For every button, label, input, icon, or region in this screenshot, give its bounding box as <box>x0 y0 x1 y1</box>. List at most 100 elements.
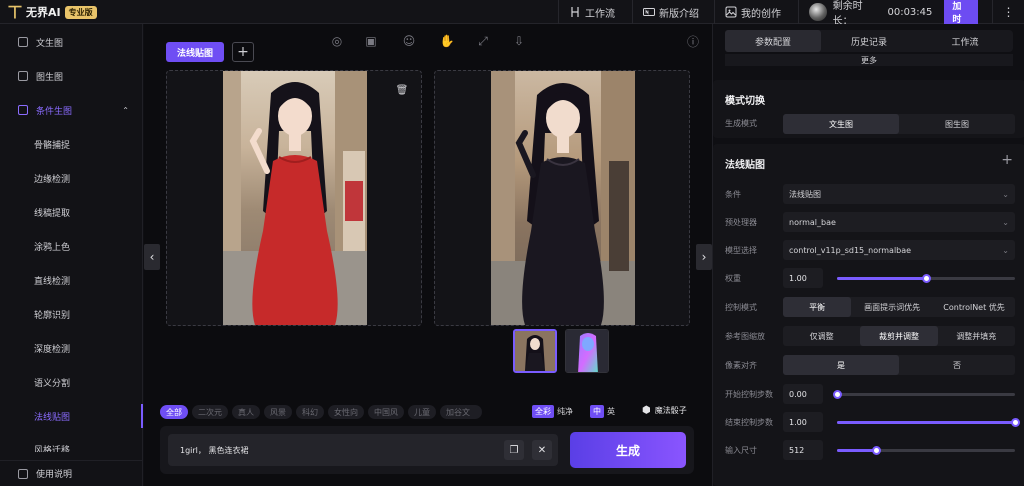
add-tab-button[interactable]: + <box>232 42 254 62</box>
sidebar-subitem-edge[interactable]: 边缘检测 <box>0 166 143 190</box>
info-icon[interactable]: ⓘ <box>686 34 700 49</box>
more-button[interactable]: 更多 <box>725 54 1013 66</box>
chip-kids[interactable]: 儿童 <box>408 405 436 419</box>
sidebar-subitem-scribble[interactable]: 涂鸦上色 <box>0 234 143 258</box>
english-option[interactable]: 英 <box>607 406 615 417</box>
tab-normal-map[interactable]: 法线贴图 <box>166 42 224 62</box>
normal-map-thumbnail[interactable] <box>565 329 609 373</box>
nav-my-creations[interactable]: 我的创作 <box>714 0 791 24</box>
clear-icon[interactable]: ✕ <box>532 440 552 460</box>
input-size-slider[interactable] <box>837 446 1015 455</box>
control-mode-controlnet[interactable]: ControlNet 优先 <box>933 297 1015 317</box>
image-image-icon <box>18 71 28 81</box>
new-badge-icon <box>643 8 655 16</box>
avatar[interactable] <box>809 3 827 21</box>
preprocessor-select[interactable]: normal_bae ⌄ <box>783 212 1015 232</box>
chip-chinese[interactable]: 中国风 <box>368 405 404 419</box>
reference-image <box>223 71 367 325</box>
start-step-slider-knob[interactable] <box>833 390 842 399</box>
sidebar-subitem-label: 轮廓识别 <box>34 310 71 321</box>
pixel-label: 像素对齐 <box>725 361 757 370</box>
sidebar-subitem-contour[interactable]: 轮廓识别 <box>0 302 143 326</box>
chip-all[interactable]: 全部 <box>160 405 188 419</box>
pixel-no[interactable]: 否 <box>899 355 1015 375</box>
sidebar-subitem-segment[interactable]: 语义分割 <box>0 370 143 394</box>
sidebar-subitem-lineart[interactable]: 线稿提取 <box>0 200 143 224</box>
sidebar-footer-help[interactable]: 使用说明 <box>0 460 143 486</box>
prev-arrow-icon[interactable]: ‹ <box>144 244 160 270</box>
result-thumbnail[interactable] <box>513 329 557 373</box>
chip-anime[interactable]: 二次元 <box>192 405 228 419</box>
mode-text-to-image[interactable]: 文生图 <box>783 114 899 134</box>
pixel-yes[interactable]: 是 <box>783 355 899 375</box>
sidebar-subitem-pose[interactable]: 骨骼捕捉 <box>0 132 143 156</box>
settings-panel: 参数配置 历史记录 工作流 更多 模式切换 生成模式 文生图 图生图 法线贴图 … <box>712 24 1024 486</box>
start-step-value: 0.00 <box>789 389 807 399</box>
nav-workflow[interactable]: 工作流 <box>558 0 625 24</box>
sidebar-subitem-depth[interactable]: 深度检测 <box>0 336 143 360</box>
input-size-slider-knob[interactable] <box>872 446 882 455</box>
full-color-option[interactable]: 全彩 <box>532 405 554 418</box>
weight-slider-knob[interactable] <box>922 274 931 283</box>
tab-params[interactable]: 参数配置 <box>725 30 821 52</box>
condition-select[interactable]: 法线贴图 ⌄ <box>783 184 1015 204</box>
chip-landscape[interactable]: 风景 <box>264 405 292 419</box>
result-image-panel[interactable] <box>434 70 690 326</box>
language-switch[interactable]: 中 英 <box>590 405 615 418</box>
tab-workflow[interactable]: 工作流 <box>917 30 1013 52</box>
sidebar-item-text-to-image[interactable]: 文生图 <box>0 30 143 54</box>
pure-option[interactable]: 纯净 <box>557 406 573 417</box>
prompt-input[interactable]: 1girl， 黑色连衣裙 <box>168 434 558 466</box>
chip-real[interactable]: 真人 <box>232 405 260 419</box>
face-icon[interactable]: ☺ <box>402 34 416 48</box>
next-arrow-icon[interactable]: › <box>696 244 712 270</box>
chevron-down-icon: ⌄ <box>1002 245 1009 255</box>
end-step-slider[interactable] <box>837 418 1020 427</box>
weight-input[interactable]: 1.00 <box>783 268 823 288</box>
color-mode-switch[interactable]: 全彩 纯净 <box>532 405 573 418</box>
sidebar-item-conditional[interactable]: 条件生图 ⌃ <box>0 98 143 122</box>
resize-crop[interactable]: 裁剪并调整 <box>860 326 938 346</box>
chevron-up-icon: ⌃ <box>122 105 129 115</box>
end-step-input[interactable]: 1.00 <box>783 412 823 432</box>
reference-image-panel[interactable]: 🗑 <box>166 70 422 326</box>
pixel-switch: 是 否 <box>783 355 1015 375</box>
logo-text: 无界AI <box>26 6 61 19</box>
control-mode-balanced[interactable]: 平衡 <box>783 297 852 317</box>
chinese-option[interactable]: 中 <box>590 405 604 418</box>
sidebar-item-label: 图生图 <box>36 72 64 83</box>
chip-female[interactable]: 女性向 <box>328 405 364 419</box>
nav-new-intro[interactable]: 新版介绍 <box>632 0 709 24</box>
delete-icon[interactable]: 🗑 <box>395 83 409 97</box>
sidebar-subitem-normal[interactable]: 法线贴图 <box>0 404 143 428</box>
sidebar-subitem-mlsd[interactable]: 直线检测 <box>0 268 143 292</box>
sidebar-item-label: 文生图 <box>36 38 64 49</box>
start-step-slider[interactable] <box>833 390 1015 399</box>
palette-icon[interactable]: ◎ <box>330 34 344 48</box>
generate-button[interactable]: 生成 <box>570 432 686 468</box>
start-step-input[interactable]: 0.00 <box>783 384 823 404</box>
input-size-input[interactable]: 512 <box>783 440 823 460</box>
end-step-slider-knob[interactable] <box>1011 418 1020 427</box>
copy-icon[interactable]: ❐ <box>504 440 524 460</box>
sidebar-item-image-to-image[interactable]: 图生图 <box>0 64 143 88</box>
resize-fill[interactable]: 调整并填充 <box>938 326 1015 346</box>
frame-icon[interactable]: ▣ <box>364 34 378 48</box>
sidebar-subitem-style[interactable]: 风格迁移 <box>0 438 143 452</box>
weight-slider[interactable] <box>837 274 1015 283</box>
chip-scifi[interactable]: 科幻 <box>296 405 324 419</box>
control-mode-prompt[interactable]: 画面提示词优先 <box>851 297 933 317</box>
more-menu-icon[interactable]: ⋮ <box>992 0 1024 24</box>
hand-icon[interactable]: ✋ <box>440 34 455 48</box>
chip-more[interactable]: 加谷文 <box>440 405 482 419</box>
model-select[interactable]: control_v11p_sd15_normalbae ⌄ <box>783 240 1015 260</box>
magic-dice-button[interactable]: ⬢ 魔法骰子 <box>642 405 687 416</box>
add-icon[interactable]: + <box>1001 152 1013 168</box>
tab-history[interactable]: 历史记录 <box>821 30 917 52</box>
logo[interactable]: 丅 无界AI 专业版 <box>8 3 97 21</box>
resize-only[interactable]: 仅调整 <box>783 326 860 346</box>
mode-image-to-image[interactable]: 图生图 <box>899 114 1015 134</box>
download-icon[interactable]: ⇩ <box>512 34 526 48</box>
expand-icon[interactable]: ⤢ <box>476 34 490 48</box>
style-filter-chips: 全部 二次元 真人 风景 科幻 女性向 中国风 儿童 加谷文 <box>160 405 482 419</box>
